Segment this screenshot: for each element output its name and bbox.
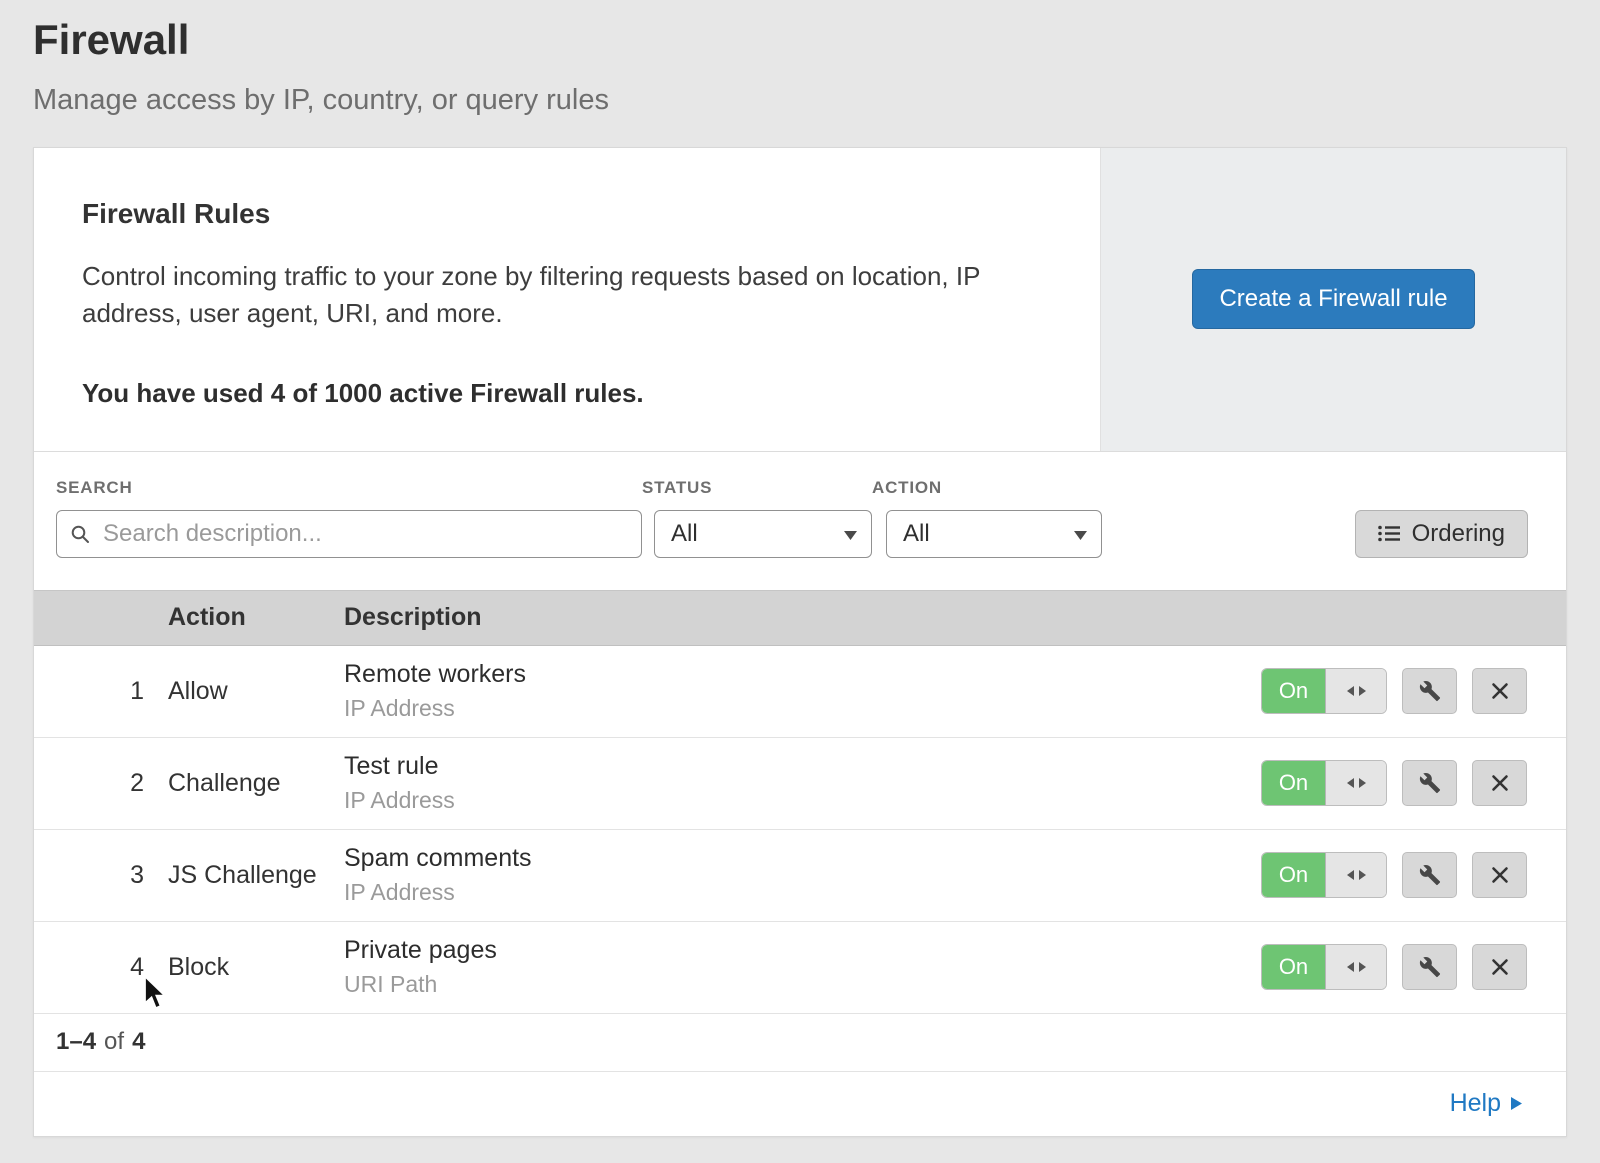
pagination: 1–4 of 4 — [34, 1014, 1566, 1072]
rules-card-title: Firewall Rules — [82, 198, 1052, 230]
action-select[interactable]: All — [886, 510, 1102, 558]
delete-rule-button[interactable] — [1472, 668, 1527, 714]
action-selected-value: All — [903, 520, 930, 548]
toggle-arrows-icon[interactable] — [1326, 945, 1386, 989]
rule-match-type: IP Address — [344, 879, 1261, 906]
toggle-arrows-icon[interactable] — [1326, 761, 1386, 805]
rules-usage-text: You have used 4 of 1000 active Firewall … — [82, 378, 1052, 409]
firewall-rules-card: Firewall Rules Control incoming traffic … — [33, 147, 1567, 1137]
firewall-page: Firewall Manage access by IP, country, o… — [0, 0, 1600, 1137]
ordering-button-label: Ordering — [1412, 520, 1505, 548]
rule-description-text: Remote workers — [344, 660, 1261, 689]
create-firewall-rule-button[interactable]: Create a Firewall rule — [1192, 269, 1474, 329]
close-icon — [1491, 866, 1509, 884]
delete-rule-button[interactable] — [1472, 852, 1527, 898]
card-top-section: Firewall Rules Control incoming traffic … — [34, 148, 1566, 452]
close-icon — [1491, 774, 1509, 792]
help-link-label: Help — [1450, 1089, 1501, 1118]
rule-match-type: URI Path — [344, 971, 1261, 998]
rule-controls: On — [1261, 944, 1566, 990]
rule-enabled-toggle[interactable]: On — [1261, 668, 1387, 714]
chevron-down-icon — [1074, 531, 1087, 540]
pagination-range: 1–4 — [56, 1028, 96, 1056]
rule-enabled-toggle[interactable]: On — [1261, 852, 1387, 898]
rule-number: 1 — [34, 677, 168, 706]
ordering-button[interactable]: Ordering — [1355, 510, 1528, 558]
header-description: Description — [344, 603, 1566, 632]
search-icon — [70, 524, 91, 545]
header-action: Action — [168, 603, 344, 632]
action-field: ACTION All — [872, 478, 1102, 558]
toggle-arrows-icon[interactable] — [1326, 669, 1386, 713]
rule-description: Remote workers IP Address — [344, 660, 1261, 722]
rule-description-text: Private pages — [344, 936, 1261, 965]
rule-match-type: IP Address — [344, 695, 1261, 722]
rule-description-text: Test rule — [344, 752, 1261, 781]
rule-number: 3 — [34, 861, 168, 890]
status-select[interactable]: All — [654, 510, 872, 558]
close-icon — [1491, 958, 1509, 976]
rule-enabled-toggle[interactable]: On — [1261, 760, 1387, 806]
rule-number: 2 — [34, 769, 168, 798]
toggle-on-label[interactable]: On — [1262, 945, 1326, 989]
page-title: Firewall — [33, 16, 1567, 64]
rule-controls: On — [1261, 760, 1566, 806]
edit-rule-button[interactable] — [1402, 944, 1457, 990]
rule-enabled-toggle[interactable]: On — [1261, 944, 1387, 990]
chevron-down-icon — [844, 531, 857, 540]
rule-action: Allow — [168, 677, 344, 706]
rule-action: Block — [168, 953, 344, 982]
edit-rule-button[interactable] — [1402, 760, 1457, 806]
wrench-icon — [1419, 772, 1441, 794]
rule-controls: On — [1261, 852, 1566, 898]
help-link[interactable]: Help — [1450, 1089, 1522, 1118]
toggle-on-label[interactable]: On — [1262, 761, 1326, 805]
search-input-wrap — [56, 510, 642, 558]
status-field: STATUS All — [642, 478, 872, 558]
search-label: SEARCH — [56, 478, 642, 498]
help-arrow-icon — [1511, 1097, 1522, 1110]
pagination-of: of — [104, 1028, 124, 1056]
rule-description: Test rule IP Address — [344, 752, 1261, 814]
delete-rule-button[interactable] — [1472, 944, 1527, 990]
action-label: ACTION — [872, 478, 1102, 498]
wrench-icon — [1419, 680, 1441, 702]
close-icon — [1491, 682, 1509, 700]
search-input[interactable] — [56, 510, 642, 558]
rule-controls: On — [1261, 668, 1566, 714]
help-row: Help — [34, 1072, 1566, 1136]
wrench-icon — [1419, 956, 1441, 978]
toggle-arrows-icon[interactable] — [1326, 853, 1386, 897]
rule-description: Private pages URI Path — [344, 936, 1261, 998]
toggle-on-label[interactable]: On — [1262, 853, 1326, 897]
pagination-total: 4 — [132, 1028, 145, 1056]
edit-rule-button[interactable] — [1402, 668, 1457, 714]
table-row: 4 Block Private pages URI Path On — [34, 922, 1566, 1014]
table-row: 2 Challenge Test rule IP Address On — [34, 738, 1566, 830]
search-field: SEARCH — [56, 478, 642, 558]
filters-bar: SEARCH STATUS All ACTION All — [34, 452, 1566, 590]
rule-number: 4 — [34, 953, 168, 982]
table-header: Action Description — [34, 590, 1566, 646]
rules-card-description: Control incoming traffic to your zone by… — [82, 258, 1042, 332]
status-label: STATUS — [642, 478, 872, 498]
toggle-on-label[interactable]: On — [1262, 669, 1326, 713]
rules-intro: Firewall Rules Control incoming traffic … — [34, 148, 1100, 451]
list-icon — [1378, 524, 1400, 543]
wrench-icon — [1419, 864, 1441, 886]
rule-match-type: IP Address — [344, 787, 1261, 814]
delete-rule-button[interactable] — [1472, 760, 1527, 806]
edit-rule-button[interactable] — [1402, 852, 1457, 898]
page-subtitle: Manage access by IP, country, or query r… — [33, 84, 1567, 117]
rule-action: Challenge — [168, 769, 344, 798]
rule-description-text: Spam comments — [344, 844, 1261, 873]
rule-action: JS Challenge — [168, 861, 344, 890]
rule-description: Spam comments IP Address — [344, 844, 1261, 906]
table-row: 1 Allow Remote workers IP Address On — [34, 646, 1566, 738]
create-rule-panel: Create a Firewall rule — [1100, 148, 1566, 451]
status-selected-value: All — [671, 520, 698, 548]
table-row: 3 JS Challenge Spam comments IP Address … — [34, 830, 1566, 922]
